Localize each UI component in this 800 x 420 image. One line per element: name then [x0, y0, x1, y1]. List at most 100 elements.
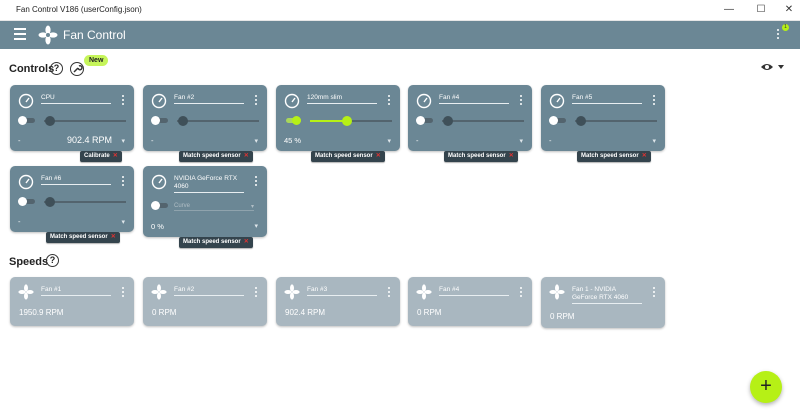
close-icon[interactable]: ✕	[642, 153, 647, 159]
match-speed-sensor-tag[interactable]: Match speed sensor ✕	[179, 151, 253, 162]
enable-toggle[interactable]	[151, 201, 168, 210]
curve-select[interactable]: Curve ▾	[174, 203, 254, 211]
close-icon[interactable]: ✕	[376, 153, 381, 159]
sensor-name[interactable]: Fan 1 - NVIDIA GeForce RTX 4060	[572, 286, 642, 304]
speed-card-fan3[interactable]: Fan #3 902.4 RPM	[276, 277, 400, 326]
visibility-eye-icon[interactable]	[760, 60, 784, 72]
control-name[interactable]: Fan #4	[439, 94, 509, 104]
control-more-icon[interactable]	[121, 176, 125, 188]
sensor-name[interactable]: Fan #3	[307, 286, 377, 296]
close-icon[interactable]: ✕	[244, 153, 249, 159]
speed-slider[interactable]	[575, 116, 657, 126]
speed-slider[interactable]	[44, 197, 126, 207]
speed-card-fan2[interactable]: Fan #2 0 RPM	[143, 277, 267, 326]
speed-card-fan4[interactable]: Fan #4 0 RPM	[408, 277, 532, 326]
gauge-icon	[151, 174, 167, 190]
minimize-button[interactable]: —	[722, 4, 736, 16]
enable-toggle[interactable]	[284, 116, 301, 125]
sensor-name[interactable]: Fan #2	[174, 286, 244, 296]
chevron-down-icon[interactable]: ▾	[519, 137, 523, 145]
notification-badge[interactable]: 1	[782, 24, 789, 31]
control-name[interactable]: Fan #5	[572, 94, 642, 104]
match-speed-sensor-tag[interactable]: Match speed sensor ✕	[577, 151, 651, 162]
control-more-icon[interactable]	[652, 95, 656, 107]
chevron-down-icon[interactable]: ▾	[121, 218, 125, 226]
close-icon[interactable]: ✕	[111, 234, 116, 240]
calibrate-tag[interactable]: Calibrate ✕	[80, 151, 122, 162]
sensor-value: 1950.9 RPM	[19, 308, 64, 317]
tag-label: Match speed sensor	[315, 153, 373, 159]
close-button[interactable]: ✕	[782, 4, 796, 16]
sensor-more-icon[interactable]	[652, 287, 656, 299]
match-speed-sensor-tag[interactable]: Match speed sensor ✕	[46, 232, 120, 243]
control-name[interactable]: 120mm slim	[307, 94, 377, 104]
control-card-nvidia[interactable]: NVIDIA GeForce RTX 4060 Curve ▾ 0 % ▾	[143, 166, 267, 237]
control-card-fan4[interactable]: Fan #4 - ▾	[408, 85, 532, 151]
control-rpm: 902.4 RPM	[66, 135, 112, 145]
sensor-value: 0 RPM	[152, 308, 177, 317]
sensor-name[interactable]: Fan #4	[439, 286, 509, 296]
control-name[interactable]: Fan #6	[41, 175, 111, 185]
sensor-value: 0 RPM	[417, 308, 442, 317]
sensor-more-icon[interactable]	[387, 287, 391, 299]
sensor-more-icon[interactable]	[519, 287, 523, 299]
dropdown-arrow-icon: ▾	[250, 204, 254, 210]
control-card-fan6[interactable]: Fan #6 - ▾	[10, 166, 134, 232]
chevron-down-icon[interactable]: ▾	[121, 137, 125, 145]
control-name[interactable]: CPU	[41, 94, 111, 104]
speed-slider[interactable]	[44, 116, 126, 126]
match-speed-sensor-tag[interactable]: Match speed sensor ✕	[311, 151, 385, 162]
controls-heading: Controls	[9, 63, 55, 75]
enable-toggle[interactable]	[18, 197, 35, 206]
chevron-down-icon[interactable]: ▾	[254, 222, 258, 230]
control-card-120mm-slim[interactable]: 120mm slim 45 % ▾	[276, 85, 400, 151]
chevron-down-icon[interactable]: ▾	[387, 137, 391, 145]
close-icon[interactable]: ✕	[244, 239, 249, 245]
fan-icon	[284, 284, 300, 300]
fan-icon	[549, 284, 565, 300]
match-speed-sensor-tag[interactable]: Match speed sensor ✕	[179, 237, 253, 248]
control-card-cpu[interactable]: CPU - 902.4 RPM ▾	[10, 85, 134, 151]
control-card-fan2[interactable]: Fan #2 - ▾	[143, 85, 267, 151]
app-more-icon[interactable]	[773, 27, 783, 43]
chevron-down-icon[interactable]: ▾	[652, 137, 656, 145]
speed-slider[interactable]	[177, 116, 259, 126]
add-button[interactable]: +	[750, 371, 782, 403]
fan-icon	[151, 284, 167, 300]
gauge-icon	[18, 174, 34, 190]
sensor-value: 902.4 RPM	[285, 308, 326, 317]
control-more-icon[interactable]	[387, 95, 391, 107]
speed-slider[interactable]	[442, 116, 524, 126]
control-name[interactable]: NVIDIA GeForce RTX 4060	[174, 175, 244, 193]
enable-toggle[interactable]	[416, 116, 433, 125]
control-more-icon[interactable]	[254, 176, 258, 188]
speed-card-nvidia[interactable]: Fan 1 - NVIDIA GeForce RTX 4060 0 RPM	[541, 277, 665, 328]
control-more-icon[interactable]	[519, 95, 523, 107]
new-badge: New	[84, 55, 109, 66]
speeds-help-icon[interactable]: ?	[46, 254, 59, 267]
control-more-icon[interactable]	[121, 95, 125, 107]
controls-help-icon[interactable]: ?	[50, 62, 63, 75]
speed-slider[interactable]	[310, 116, 392, 126]
sensor-more-icon[interactable]	[254, 287, 258, 299]
control-value: -	[151, 136, 154, 145]
control-name[interactable]: Fan #2	[174, 94, 244, 104]
tag-label: Match speed sensor	[183, 153, 241, 159]
speed-card-fan1[interactable]: Fan #1 1950.9 RPM	[10, 277, 134, 326]
enable-toggle[interactable]	[549, 116, 566, 125]
window-title: Fan Control V186 (userConfig.json)	[16, 5, 142, 14]
sensor-more-icon[interactable]	[121, 287, 125, 299]
enable-toggle[interactable]	[18, 116, 35, 125]
enable-toggle[interactable]	[151, 116, 168, 125]
hamburger-menu-icon[interactable]	[14, 28, 26, 40]
wrench-icon[interactable]	[70, 62, 84, 76]
fan-icon	[18, 284, 34, 300]
match-speed-sensor-tag[interactable]: Match speed sensor ✕	[444, 151, 518, 162]
close-icon[interactable]: ✕	[509, 153, 514, 159]
control-card-fan5[interactable]: Fan #5 - ▾	[541, 85, 665, 151]
close-icon[interactable]: ✕	[113, 153, 118, 159]
chevron-down-icon[interactable]: ▾	[254, 137, 258, 145]
sensor-name[interactable]: Fan #1	[41, 286, 111, 296]
control-more-icon[interactable]	[254, 95, 258, 107]
maximize-button[interactable]: ☐	[754, 4, 768, 16]
